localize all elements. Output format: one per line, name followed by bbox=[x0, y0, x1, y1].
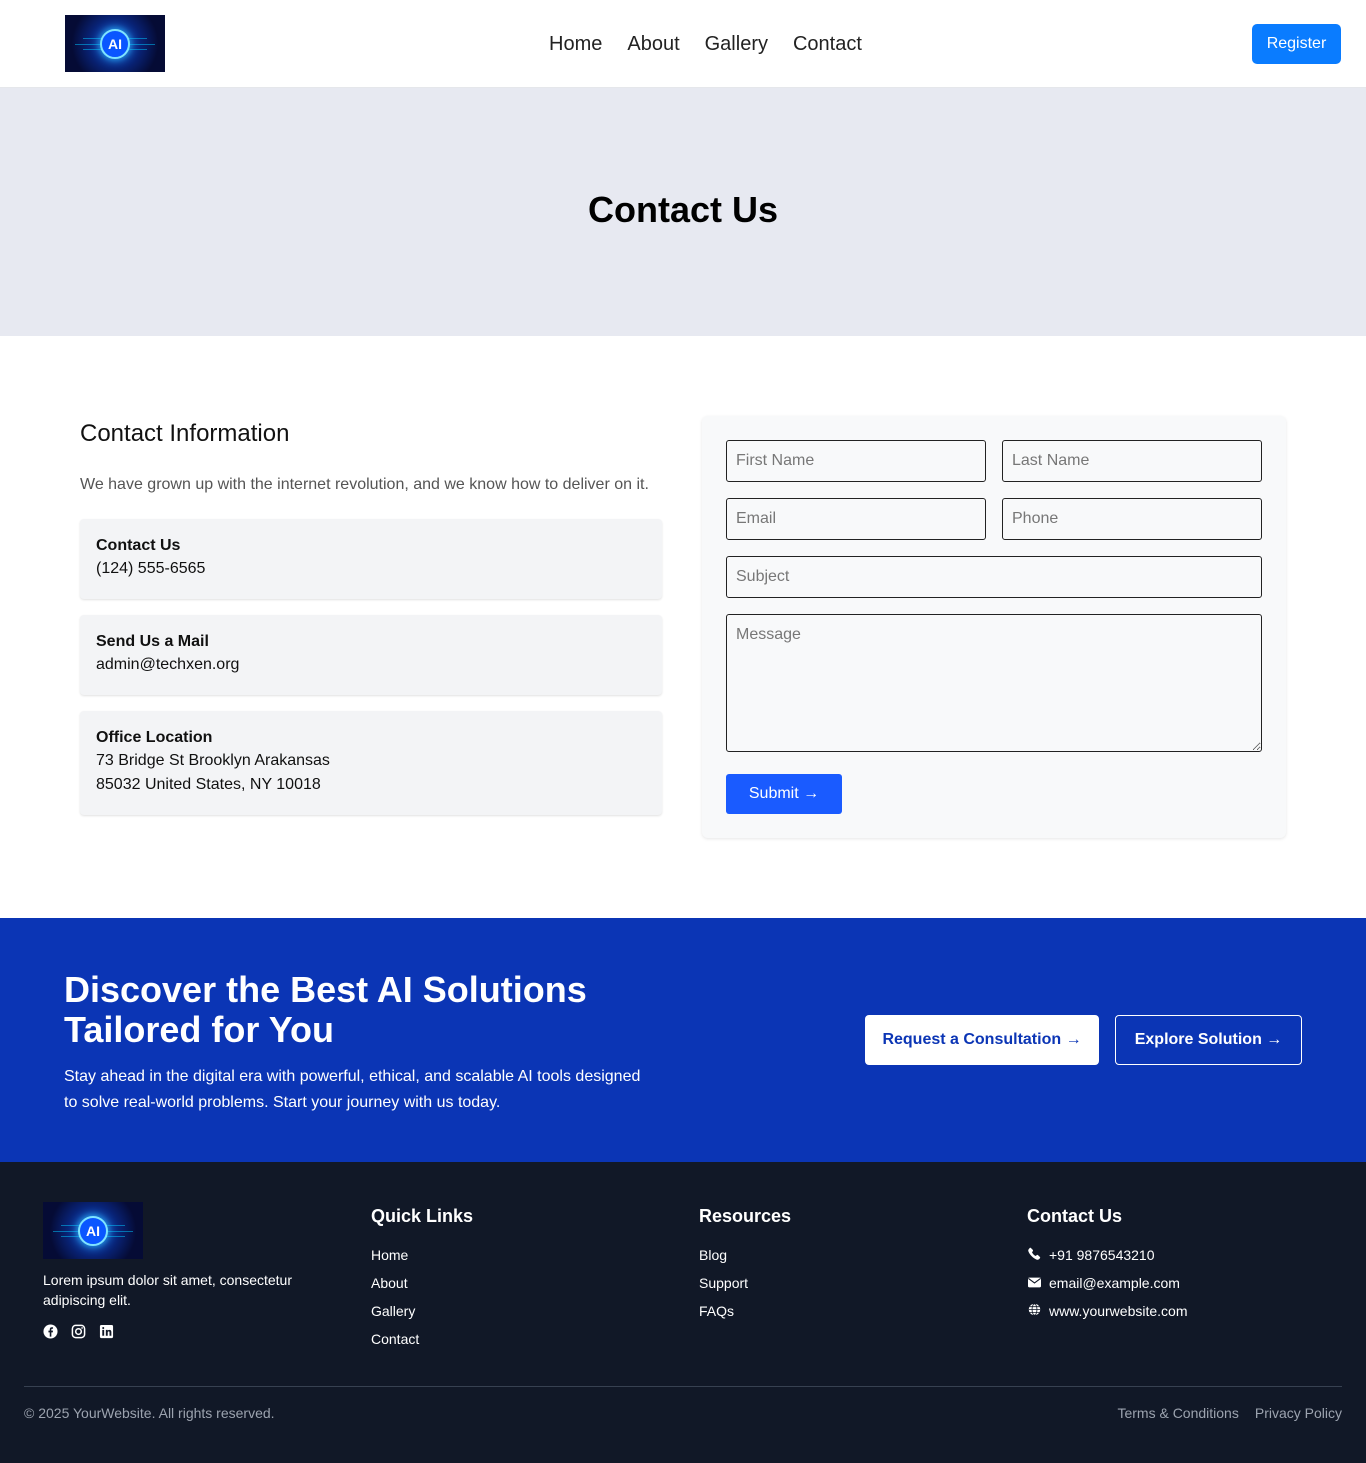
footer-heading: Contact Us bbox=[1027, 1206, 1123, 1226]
register-button[interactable]: Register bbox=[1252, 24, 1341, 64]
footer-about: Lorem ipsum dolor sit amet, consectetur … bbox=[43, 1272, 292, 1308]
footer-link-faqs[interactable]: FAQs bbox=[699, 1297, 791, 1325]
submit-button[interactable]: Submit → bbox=[726, 774, 842, 814]
globe-icon bbox=[1027, 1297, 1041, 1325]
hero-banner: Contact Us bbox=[0, 88, 1366, 336]
cta-title: Discover the Best AI Solutions Tailored … bbox=[64, 969, 587, 1050]
info-card-location: Office Location 73 Bridge St Brooklyn Ar… bbox=[80, 711, 662, 815]
info-card-title: Send Us a Mail bbox=[96, 633, 209, 650]
footer: AI Lorem ipsum dolor sit amet, consectet… bbox=[0, 1162, 1366, 1463]
footer-link-about[interactable]: About bbox=[371, 1269, 473, 1297]
logo-badge: AI bbox=[100, 28, 130, 59]
site-logo[interactable]: AI bbox=[65, 15, 165, 72]
footer-phone-text: +91 9876543210 bbox=[1049, 1247, 1155, 1263]
facebook-icon[interactable] bbox=[43, 1324, 58, 1339]
phone-input[interactable] bbox=[1002, 498, 1262, 540]
first-name-input[interactable] bbox=[726, 440, 986, 482]
nav-link-home[interactable]: Home bbox=[549, 33, 602, 56]
subject-input[interactable] bbox=[726, 556, 1262, 598]
footer-link-contact[interactable]: Contact bbox=[371, 1325, 473, 1353]
info-card-value: (124) 555-6565 bbox=[96, 560, 206, 577]
last-name-input[interactable] bbox=[1002, 440, 1262, 482]
footer-email-text: email@example.com bbox=[1049, 1275, 1180, 1291]
contact-info-heading: Contact Information bbox=[80, 420, 290, 447]
message-textarea[interactable] bbox=[726, 614, 1262, 752]
contact-info: Contact Information We have grown up wit… bbox=[80, 420, 662, 815]
footer-heading: Quick Links bbox=[371, 1206, 474, 1226]
nav-link-gallery[interactable]: Gallery bbox=[705, 33, 768, 56]
footer-link-support[interactable]: Support bbox=[699, 1269, 791, 1297]
contact-form: Submit → bbox=[702, 416, 1286, 838]
footer-phone: +91 9876543210 bbox=[1027, 1241, 1188, 1269]
info-card-phone: Contact Us (124) 555-6565 bbox=[80, 519, 662, 599]
privacy-link[interactable]: Privacy Policy bbox=[1255, 1405, 1342, 1421]
instagram-icon[interactable] bbox=[71, 1324, 86, 1339]
info-card-value: 73 Bridge St Brooklyn Arakansas bbox=[96, 752, 330, 769]
copyright-text: © 2025 YourWebsite. All rights reserved. bbox=[24, 1405, 275, 1421]
explore-solution-button[interactable]: Explore Solution → bbox=[1115, 1015, 1302, 1065]
footer-quick-links: Quick Links Home About Gallery Contact bbox=[371, 1206, 473, 1353]
nav-link-about[interactable]: About bbox=[627, 33, 679, 56]
contact-section: Contact Information We have grown up wit… bbox=[0, 336, 1366, 918]
social-links bbox=[43, 1324, 114, 1339]
footer-link-blog[interactable]: Blog bbox=[699, 1241, 791, 1269]
legal-links: Terms & Conditions Privacy Policy bbox=[1117, 1405, 1342, 1421]
phone-icon bbox=[1027, 1241, 1041, 1269]
footer-divider bbox=[24, 1386, 1342, 1387]
navbar: AI Home About Gallery Contact Register bbox=[0, 0, 1366, 88]
footer-link-home[interactable]: Home bbox=[371, 1241, 473, 1269]
linkedin-icon[interactable] bbox=[99, 1324, 114, 1339]
info-card-title: Office Location bbox=[96, 729, 213, 746]
footer-website-text: www.yourwebsite.com bbox=[1049, 1303, 1188, 1319]
footer-link-gallery[interactable]: Gallery bbox=[371, 1297, 473, 1325]
footer-logo[interactable]: AI bbox=[43, 1202, 143, 1259]
info-card-value: admin@techxen.org bbox=[96, 656, 240, 673]
info-card-title: Contact Us bbox=[96, 537, 181, 554]
terms-link[interactable]: Terms & Conditions bbox=[1117, 1405, 1238, 1421]
cta-banner: Discover the Best AI Solutions Tailored … bbox=[0, 918, 1366, 1162]
info-card-mail: Send Us a Mail admin@techxen.org bbox=[80, 615, 662, 695]
footer-email: email@example.com bbox=[1027, 1269, 1188, 1297]
footer-heading: Resources bbox=[699, 1206, 792, 1226]
envelope-icon bbox=[1027, 1269, 1041, 1297]
cta-body: Stay ahead in the digital era with power… bbox=[64, 1068, 641, 1111]
info-card-value: 85032 United States, NY 10018 bbox=[96, 776, 321, 793]
nav-link-contact[interactable]: Contact bbox=[793, 33, 862, 56]
main-nav: Home About Gallery Contact bbox=[549, 33, 862, 56]
page-title: Contact Us bbox=[587, 188, 779, 230]
contact-info-lead: We have grown up with the internet revol… bbox=[80, 476, 649, 493]
logo-badge: AI bbox=[78, 1215, 108, 1246]
footer-resources: Resources Blog Support FAQs bbox=[699, 1206, 791, 1325]
footer-contact: Contact Us +91 9876543210 email@example.… bbox=[1027, 1206, 1188, 1325]
footer-website: www.yourwebsite.com bbox=[1027, 1297, 1188, 1325]
request-consultation-button[interactable]: Request a Consultation → bbox=[865, 1015, 1099, 1065]
email-input[interactable] bbox=[726, 498, 986, 540]
